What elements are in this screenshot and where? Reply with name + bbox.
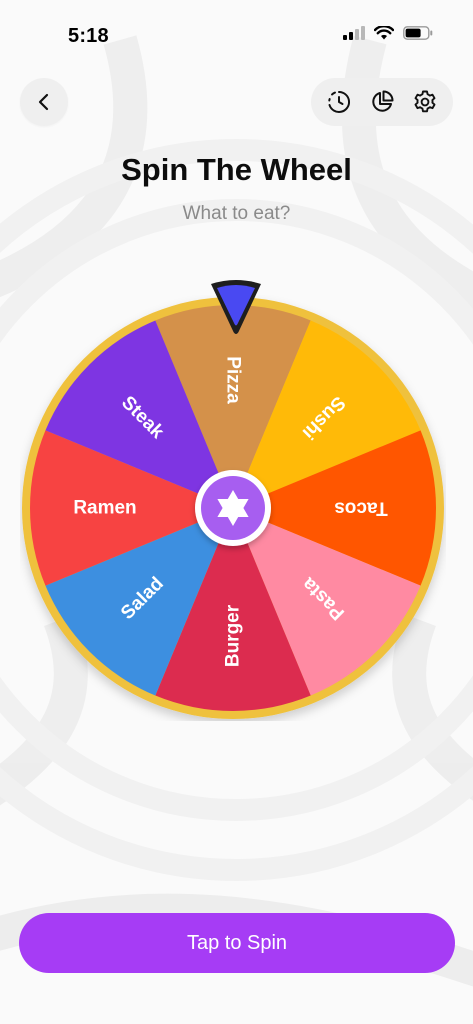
wheel-pointer [211, 280, 261, 334]
page-title: Spin The Wheel [121, 152, 352, 187]
battery-icon [403, 26, 433, 40]
page-subtitle: What to eat? [182, 203, 291, 224]
tap-to-spin-button[interactable]: Tap to Spin [19, 913, 455, 973]
wheel-graphic: PizzaSushiTacosPastaBurgerSaladRamenStea… [22, 297, 444, 719]
wheel-label-burger: Burger [223, 604, 244, 667]
status-icons [343, 26, 433, 40]
wheel-label-ramen: Ramen [73, 498, 136, 519]
history-icon [327, 90, 350, 113]
stats-button[interactable] [364, 84, 400, 120]
wifi-icon [374, 26, 394, 40]
gear-icon [414, 90, 436, 113]
signal-icon [343, 26, 365, 40]
wheel-label-pizza: Pizza [223, 356, 244, 404]
settings-button[interactable] [407, 84, 443, 120]
pie-chart-icon [372, 90, 394, 112]
status-bar: 5:18 [0, 0, 473, 70]
spin-wheel[interactable]: Pizza Sushi Tacos Pasta Burger Salad Ramen Stea… [20, 295, 446, 721]
history-button[interactable] [321, 84, 357, 120]
app-screen: 5:18 Spin The Wheel What to eat? Pizza S… [0, 0, 473, 1024]
status-time: 5:18 [68, 25, 109, 47]
chevron-left-icon [38, 93, 49, 111]
header-actions [311, 78, 453, 126]
wheel-label-tacos: Tacos [334, 498, 388, 519]
back-button[interactable] [20, 78, 68, 126]
